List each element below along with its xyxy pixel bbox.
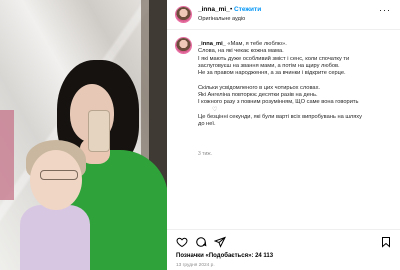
pink-object bbox=[0, 110, 14, 200]
post-caption: _inna_mi_ «Мам, я тебе люблю». Слова, на… bbox=[198, 41, 394, 129]
child-face bbox=[30, 150, 82, 210]
caption-line: Це безцінні секунди, які були варті всіх… bbox=[198, 114, 362, 121]
heart-icon[interactable] bbox=[176, 236, 188, 248]
likes-count[interactable]: Позначки «Подобається»: 24 113 bbox=[176, 253, 273, 259]
caption-like-icon[interactable]: ♡ bbox=[212, 107, 217, 114]
caption-line: заслуговуєш на звання мами, а потім на щ… bbox=[198, 63, 340, 70]
caption-line: І кожного разу з повним розумінням, ЩО с… bbox=[198, 99, 359, 106]
username[interactable]: _inna_mi_ bbox=[198, 6, 230, 13]
instagram-post: _inna_mi_ • Стежити Оригінальне аудіо ··… bbox=[0, 0, 400, 270]
caption-line: Які Ангеліна повторює десятки разів на д… bbox=[198, 92, 318, 99]
more-horizontal-icon[interactable]: ··· bbox=[379, 5, 391, 15]
avatar[interactable] bbox=[176, 7, 191, 22]
audio-label[interactable]: Оригінальне аудіо bbox=[198, 16, 245, 22]
caption-line: Слова, на які чекає кожна мама. bbox=[198, 48, 284, 55]
separator-dot: • bbox=[230, 6, 233, 13]
child-glasses bbox=[40, 170, 78, 180]
caption-line: Не за правом народження, а за вчинки і в… bbox=[198, 70, 346, 77]
share-icon[interactable] bbox=[214, 236, 226, 248]
caption-line: І які мають дуже особливий зміст і сенс,… bbox=[198, 55, 350, 62]
smartphone bbox=[88, 110, 110, 152]
caption-line: «Мам, я тебе люблю». bbox=[227, 41, 287, 47]
caption-line: до неї. bbox=[198, 121, 216, 128]
post-date: 13 грудня 2024 р. bbox=[176, 263, 215, 268]
comment-icon[interactable] bbox=[195, 236, 207, 248]
caption-username[interactable]: _inna_mi_ bbox=[198, 41, 226, 47]
child-shirt bbox=[20, 205, 90, 270]
bookmark-icon[interactable] bbox=[380, 236, 392, 248]
post-photo[interactable] bbox=[0, 0, 167, 270]
follow-button[interactable]: Стежити bbox=[234, 6, 261, 13]
caption-line: Скільки усвідомленого в цих чотирьох сло… bbox=[198, 84, 320, 91]
post-sidebar: _inna_mi_ • Стежити Оригінальне аудіо ··… bbox=[167, 0, 400, 270]
post-time[interactable]: 3 тиж. bbox=[198, 151, 212, 157]
caption-avatar[interactable] bbox=[176, 38, 191, 53]
post-header: _inna_mi_ • Стежити Оригінальне аудіо ··… bbox=[167, 0, 400, 30]
